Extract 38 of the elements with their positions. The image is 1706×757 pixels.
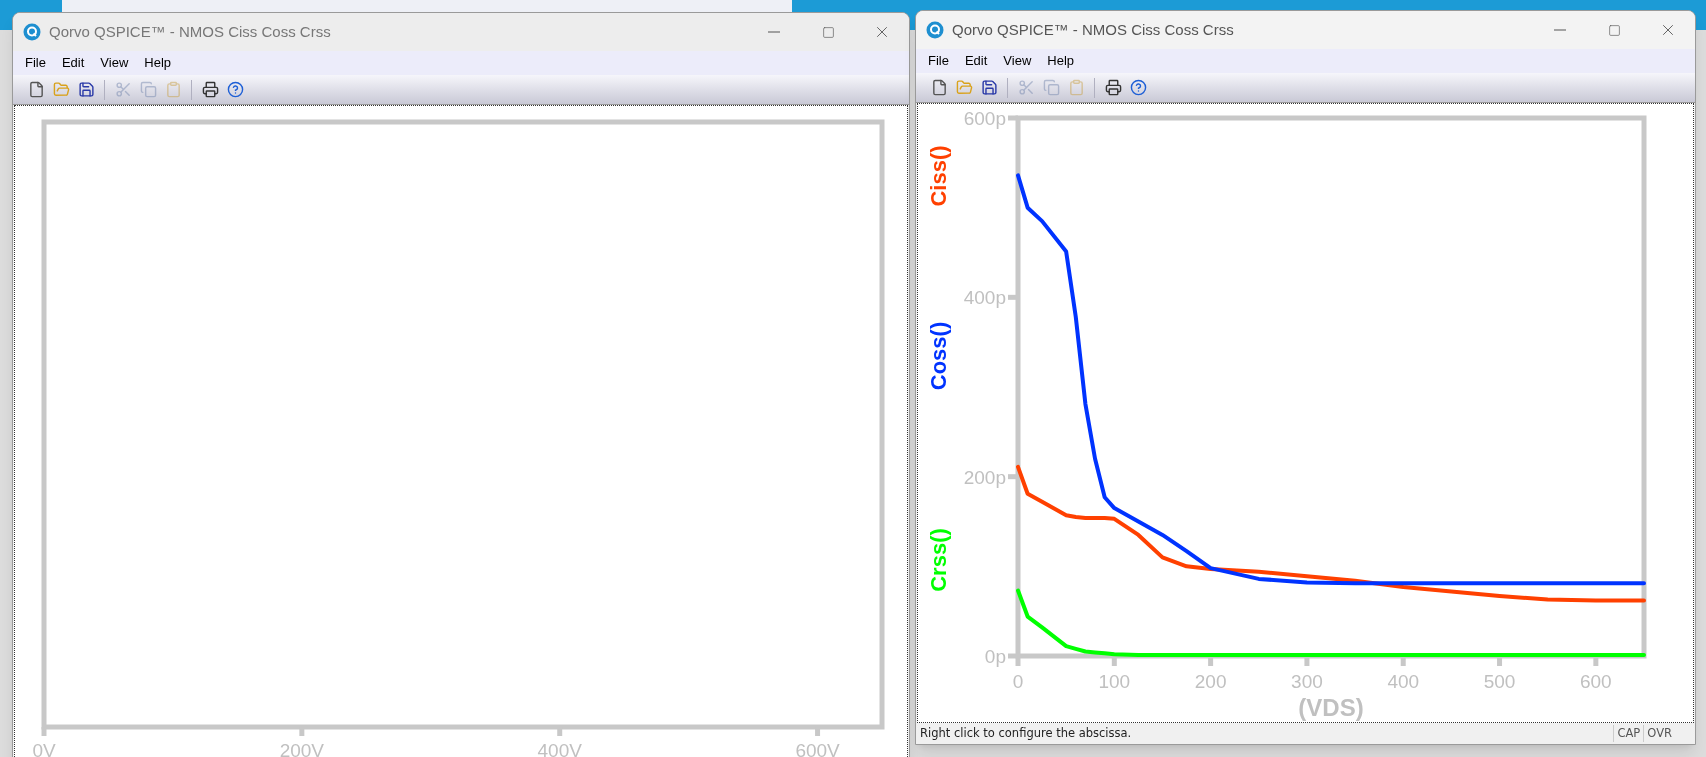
window-title: Qorvo QSPICE™ - NMOS Ciss Coss Crss [952, 19, 1234, 40]
window-title: Qorvo QSPICE™ - NMOS Ciss Coss Crss [49, 21, 331, 42]
x-tick-label: 0 [1012, 671, 1024, 692]
x-tick-label: 0V [32, 740, 56, 757]
y-tick-label: 200p [963, 466, 1006, 488]
x-tick-label: 500 [1483, 671, 1516, 692]
app-logo-icon [23, 23, 41, 41]
y-tick-label: 400p [963, 287, 1006, 309]
maximize-icon [1607, 23, 1621, 37]
menu-item[interactable]: Help [144, 53, 172, 73]
x-tick-label: 400 [1387, 671, 1420, 692]
x-tick-label: 600 [1580, 671, 1612, 692]
menu-item[interactable]: File [25, 53, 46, 73]
series-label: Coss() [926, 321, 951, 391]
series-label: Ciss() [926, 145, 951, 207]
menu-item[interactable]: Edit [61, 53, 85, 73]
maximize-icon [821, 25, 835, 39]
status-indicator: CAP [1613, 724, 1644, 743]
x-tick-label: 200 [1194, 671, 1227, 692]
x-tick-label: 600V [795, 740, 840, 757]
menu-item[interactable]: File [928, 51, 949, 71]
x-tick-label: 100 [1098, 671, 1131, 692]
y-tick-label: 600p [963, 108, 1006, 129]
menu-item[interactable]: View [100, 53, 129, 73]
minimize-icon [1554, 29, 1566, 31]
status-text: Right click to configure the abscissa. [919, 724, 1133, 742]
y-tick-label: 0p [984, 646, 1006, 667]
minimize-icon [768, 31, 780, 33]
status-indicator: OVR [1643, 724, 1675, 743]
menu-item[interactable]: View [1003, 51, 1032, 71]
x-tick-label: 200V [279, 740, 325, 757]
series-label: Crss() [926, 528, 951, 592]
menu-item[interactable]: Help [1047, 51, 1075, 71]
x-tick-label: 300 [1291, 671, 1323, 692]
x-tick-label: 400V [537, 740, 582, 757]
x-axis-label: (VDS) [1298, 694, 1364, 721]
app-logo-icon [926, 21, 944, 39]
menu-item[interactable]: Edit [964, 51, 988, 71]
